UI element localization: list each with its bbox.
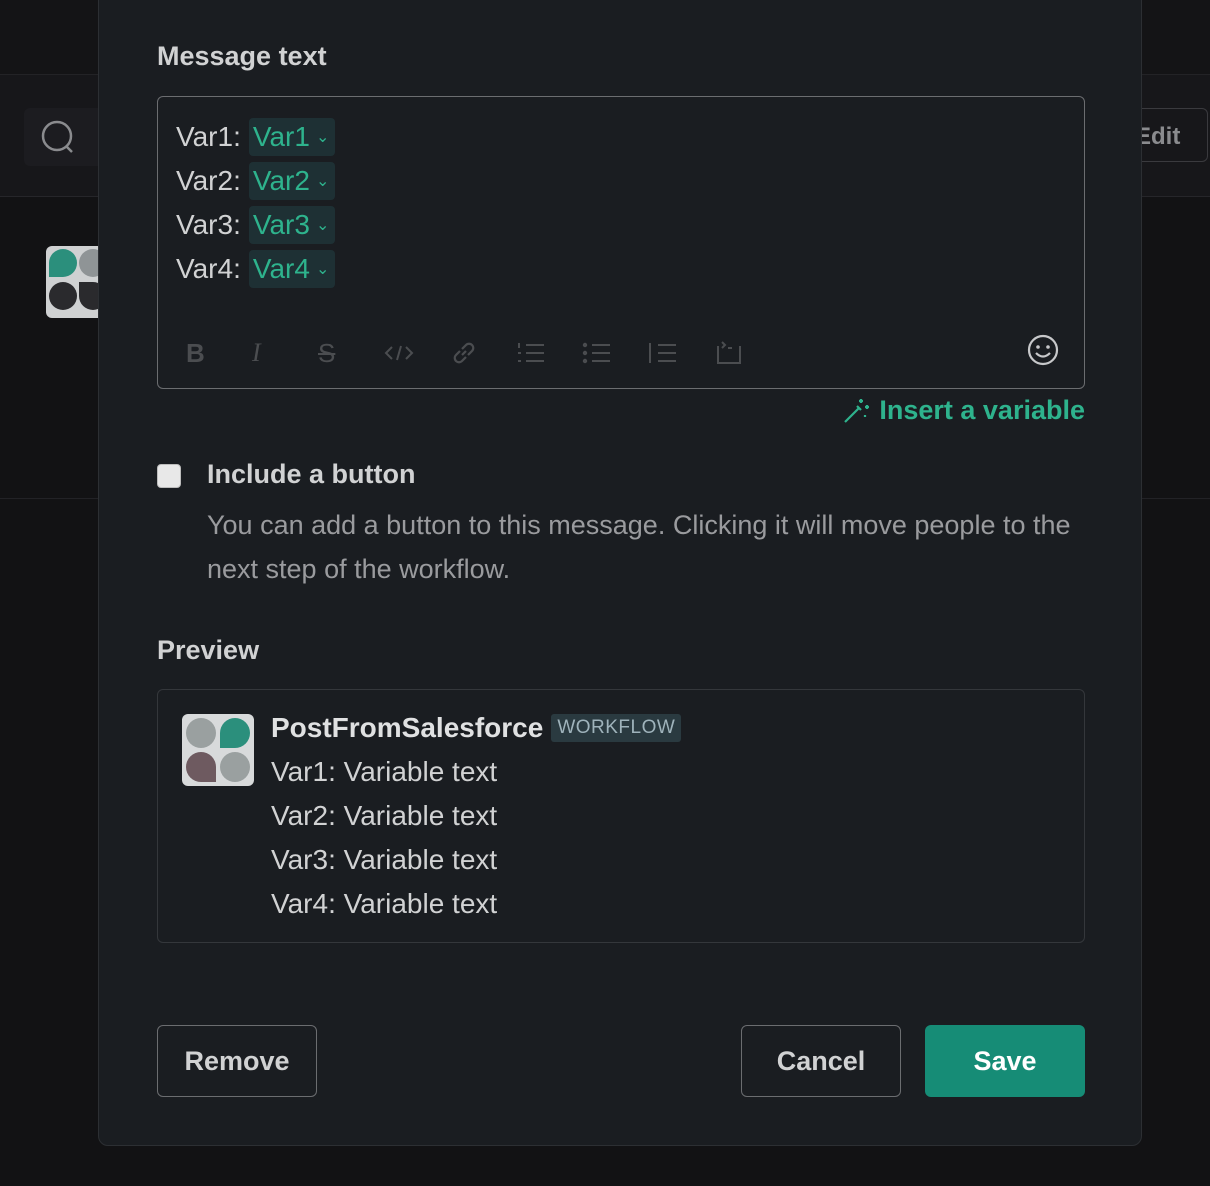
chevron-down-icon: ⌄: [315, 173, 330, 190]
app-name: PostFromSalesforce: [271, 712, 544, 743]
chip-label: Var4: [252, 253, 310, 284]
include-button-label[interactable]: Include a button: [207, 459, 416, 490]
insert-variable-link[interactable]: Insert a variable: [841, 395, 1085, 426]
preview-line: Var4: Variable text: [271, 888, 498, 919]
include-button-checkbox[interactable]: [157, 464, 181, 488]
magic-wand-icon: [844, 398, 870, 423]
italic-icon[interactable]: I: [252, 335, 318, 371]
variable-chip[interactable]: Var3 ⌄: [248, 206, 336, 244]
preview-label: Preview: [157, 635, 260, 665]
strikethrough-icon[interactable]: S: [318, 335, 384, 371]
insert-variable-label: Insert a variable: [879, 395, 1085, 425]
preview-line: Var2: Variable text: [271, 800, 498, 831]
workflow-badge: WORKFLOW: [551, 714, 682, 742]
include-button-description: You can add a button to this message. Cl…: [207, 510, 1071, 584]
preview-line: Var1: Variable text: [271, 756, 498, 787]
link-icon[interactable]: [450, 335, 516, 371]
var-prefix: Var4:: [176, 253, 241, 284]
message-editor[interactable]: Var1: Var1 ⌄ Var2: Var2 ⌄ Var3: Var3 ⌄ Var4…: [157, 96, 1085, 389]
chip-label: Var2: [252, 165, 310, 196]
cancel-button[interactable]: Cancel: [741, 1025, 901, 1097]
app-avatar: [182, 714, 254, 786]
code-icon[interactable]: [384, 335, 450, 371]
preview-sender: PostFromSalesforce WORKFLOW: [271, 712, 682, 744]
code-block-icon[interactable]: [714, 335, 780, 371]
bold-icon[interactable]: B: [186, 335, 252, 371]
message-text-label: Message text: [157, 41, 327, 71]
variable-chip[interactable]: Var1 ⌄: [248, 118, 336, 156]
chip-label: Var1: [252, 121, 310, 152]
chevron-down-icon: ⌄: [315, 217, 330, 234]
workflow-avatar: [46, 246, 106, 318]
workflow-step-modal: Message text Var1: Var1 ⌄ Var2: Var2 ⌄ Var…: [98, 0, 1142, 1146]
editor-line: Var1: Var1 ⌄: [176, 117, 336, 157]
var-prefix: Var2:: [176, 165, 241, 196]
editor-line: Var2: Var2 ⌄: [176, 161, 336, 201]
search-icon: [41, 120, 73, 153]
save-button[interactable]: Save: [925, 1025, 1085, 1097]
variable-chip[interactable]: Var4 ⌄: [248, 250, 336, 288]
editor-line: Var4: Var4 ⌄: [176, 249, 336, 289]
editor-line: Var3: Var3 ⌄: [176, 205, 336, 245]
variable-chip[interactable]: Var2 ⌄: [248, 162, 336, 200]
bulleted-list-icon[interactable]: [582, 335, 648, 371]
var-prefix: Var3:: [176, 209, 241, 240]
chevron-down-icon: ⌄: [315, 261, 330, 278]
preview-line: Var3: Variable text: [271, 844, 498, 875]
remove-button[interactable]: Remove: [157, 1025, 317, 1097]
chip-label: Var3: [252, 209, 310, 240]
chevron-down-icon: ⌄: [315, 129, 330, 146]
formatting-toolbar: B I S: [186, 335, 780, 371]
blockquote-icon[interactable]: [648, 335, 714, 371]
message-preview: PostFromSalesforce WORKFLOW Var1: Variab…: [157, 689, 1085, 943]
emoji-icon[interactable]: [1026, 333, 1060, 367]
var-prefix: Var1:: [176, 121, 241, 152]
ordered-list-icon[interactable]: [516, 335, 582, 371]
